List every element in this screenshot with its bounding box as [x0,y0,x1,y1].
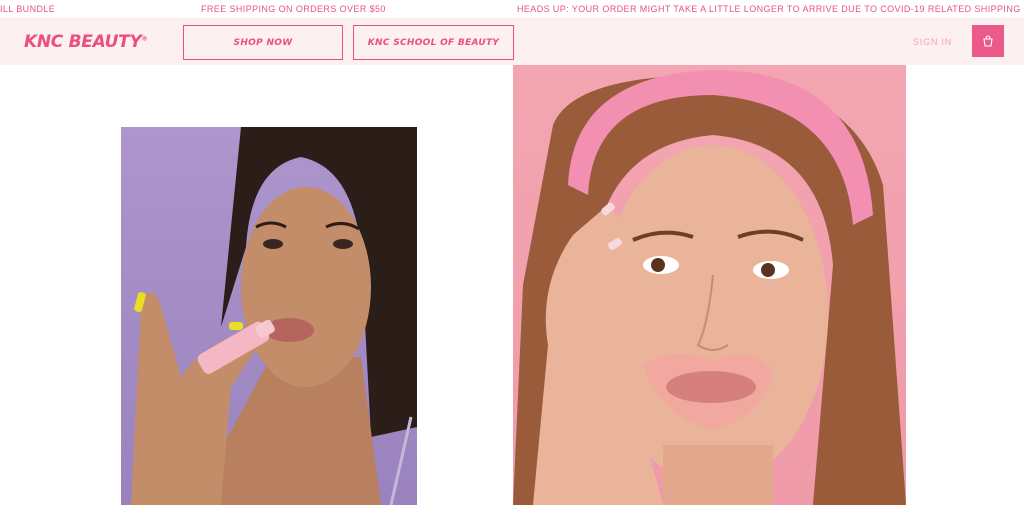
logo[interactable]: KNC BEAUTY® [24,32,147,52]
cart-button[interactable] [972,25,1004,57]
logo-registered-mark: ® [141,35,148,43]
shop-now-button[interactable]: SHOP NOW [183,25,343,60]
announcement-item: ILL BUNDLE [0,4,56,14]
logo-text: KNC BEAUTY [24,32,142,52]
announcement-shipping: FREE SHIPPING ON ORDERS OVER $50 [201,4,386,14]
sign-in-link[interactable]: SIGN IN [913,37,952,47]
school-of-beauty-button[interactable]: KNC SCHOOL OF BEAUTY [353,25,514,60]
model-with-lip-mask-photo[interactable] [513,65,906,505]
announcement-covid-notice: HEADS UP: YOUR ORDER MIGHT TAKE A LITTLE… [517,4,1024,14]
site-header: KNC BEAUTY® SHOP NOW KNC SCHOOL OF BEAUT… [0,18,1024,65]
shopping-bag-icon [983,35,993,47]
model-with-lip-tube-photo[interactable] [121,127,417,505]
announcement-bar: ILL BUNDLE FREE SHIPPING ON ORDERS OVER … [0,0,1024,18]
